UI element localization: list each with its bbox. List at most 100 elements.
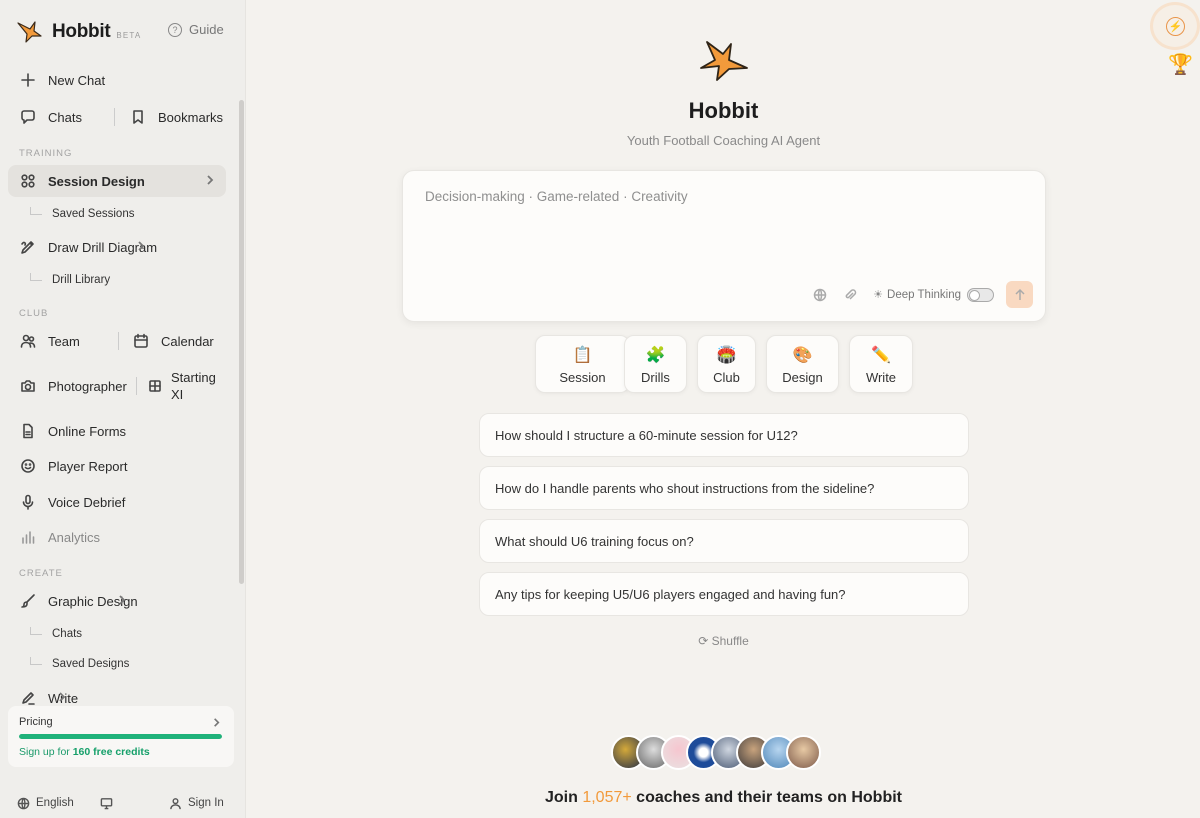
guide-link[interactable]: ? Guide bbox=[168, 22, 224, 37]
card-drills[interactable]: 🧩 Drills bbox=[624, 335, 687, 393]
refresh-icon: ⟳ bbox=[698, 634, 709, 648]
send-button[interactable] bbox=[1006, 281, 1033, 308]
globe-icon bbox=[17, 797, 30, 809]
sidebar-subitem-gd-chats[interactable]: Chats bbox=[30, 624, 82, 644]
hero-title: Hobbit bbox=[688, 98, 759, 123]
sidebar-item-player-report[interactable]: Player Report bbox=[8, 450, 127, 482]
hobbit-logo-icon bbox=[17, 21, 42, 43]
card-club[interactable]: 🏟️ Club bbox=[697, 335, 756, 393]
new-chat-button[interactable]: New Chat bbox=[8, 64, 105, 96]
sidebar-item-chats[interactable]: Chats bbox=[8, 101, 82, 133]
sidebar-scrollbar[interactable] bbox=[239, 100, 244, 584]
chevron-right-icon bbox=[204, 174, 216, 189]
suggested-prompt[interactable]: How should I structure a 60-minute sessi… bbox=[479, 413, 969, 457]
camera-icon bbox=[18, 378, 38, 394]
sidebar-item-photographer[interactable]: Photographer bbox=[8, 370, 127, 402]
sidebar-item-online-forms[interactable]: Online Forms bbox=[8, 415, 126, 447]
bookmarks-label: Bookmarks bbox=[158, 109, 224, 125]
deep-thinking-switch[interactable] bbox=[967, 287, 994, 302]
card-session[interactable]: 📋 Session bbox=[535, 335, 630, 393]
help-icon: ? bbox=[168, 22, 182, 37]
brand[interactable]: Hobbit BETA bbox=[16, 18, 141, 46]
hero-subtitle: Youth Football Coaching AI Agent bbox=[626, 133, 821, 148]
online-forms-label: Online Forms bbox=[48, 423, 127, 439]
sidebar-item-team[interactable]: Team bbox=[8, 325, 80, 357]
language-selector[interactable]: English bbox=[17, 794, 74, 812]
coach-avatars bbox=[611, 735, 821, 771]
sidebar-item-voice-debrief[interactable]: Voice Debrief bbox=[8, 486, 125, 518]
chat-bubble-icon bbox=[18, 109, 38, 125]
chat-composer[interactable]: Decision-making · Game-related · Creativ… bbox=[402, 170, 1046, 322]
lightbulb-icon: ☀ bbox=[873, 289, 884, 301]
clipboard-icon: 📋 bbox=[572, 347, 593, 364]
suggested-prompt[interactable]: What should U6 training focus on? bbox=[479, 519, 969, 563]
language-label: English bbox=[36, 797, 74, 809]
sign-in-button[interactable]: Sign In bbox=[169, 794, 224, 812]
tree-line bbox=[30, 206, 42, 215]
table-grid-icon bbox=[145, 378, 165, 394]
globe-icon bbox=[813, 288, 827, 301]
sidebar-item-graphic-design[interactable]: Graphic Design bbox=[8, 585, 138, 617]
card-label: Drills bbox=[641, 370, 670, 385]
team-icon bbox=[18, 333, 38, 349]
edit-icon bbox=[18, 690, 38, 706]
lightning-icon: ⚡ bbox=[1166, 17, 1185, 36]
shuffle-button[interactable]: ⟳ Shuffle bbox=[247, 634, 1200, 648]
sidebar-subitem-saved-sessions[interactable]: Saved Sessions bbox=[30, 204, 134, 224]
suggested-prompt[interactable]: Any tips for keeping U5/U6 players engag… bbox=[479, 572, 969, 616]
quick-action-cards: 📋 Session 🧩 Drills 🏟️ Club 🎨 Design ✏️ W… bbox=[247, 335, 1200, 393]
display-mode-button[interactable] bbox=[100, 794, 119, 812]
deep-thinking-toggle[interactable]: ☀ Deep Thinking bbox=[873, 287, 994, 302]
tree-line bbox=[30, 272, 42, 281]
section-training: TRAINING bbox=[19, 148, 73, 159]
deep-thinking-label: Deep Thinking bbox=[887, 288, 961, 301]
credits-note-highlight: 160 free credits bbox=[72, 746, 150, 758]
sidebar-item-analytics[interactable]: Analytics bbox=[8, 521, 100, 553]
sidebar-subitem-saved-designs[interactable]: Saved Designs bbox=[30, 654, 129, 674]
card-design[interactable]: 🎨 Design bbox=[766, 335, 839, 393]
sign-in-label: Sign In bbox=[188, 797, 224, 809]
plus-icon bbox=[18, 72, 38, 88]
sidebar-subitem-drill-library[interactable]: Drill Library bbox=[30, 270, 110, 290]
monitor-icon bbox=[100, 797, 113, 809]
stadium-icon: 🏟️ bbox=[716, 347, 737, 364]
section-create: CREATE bbox=[19, 568, 63, 579]
smile-icon bbox=[18, 458, 38, 474]
card-label: Write bbox=[865, 370, 897, 385]
analytics-label: Analytics bbox=[48, 529, 101, 545]
user-icon bbox=[170, 797, 181, 809]
divider bbox=[114, 108, 115, 126]
sidebar-item-session-design[interactable]: Session Design bbox=[8, 165, 226, 197]
avatar bbox=[786, 735, 821, 770]
new-chat-label: New Chat bbox=[48, 72, 106, 88]
pricing-title: Pricing bbox=[19, 716, 53, 728]
credits-note-prefix: Sign up for bbox=[19, 746, 70, 758]
grid-icon bbox=[18, 173, 38, 189]
paperclip-icon bbox=[845, 288, 857, 300]
chevron-right-icon bbox=[211, 715, 222, 733]
composer-placeholder: Decision-making · Game-related · Creativ… bbox=[425, 189, 688, 204]
pricing-card[interactable]: Pricing Sign up for 160 free credits bbox=[8, 706, 234, 767]
sidebar-item-draw-drill[interactable]: Draw Drill Diagram bbox=[8, 231, 157, 263]
trophy-icon[interactable]: 🏆 bbox=[1168, 52, 1193, 77]
web-search-button[interactable] bbox=[813, 288, 827, 302]
sidebar-item-calendar[interactable]: Calendar bbox=[121, 325, 214, 357]
community-callout: Join 1,057+ coaches and their teams on H… bbox=[247, 789, 1200, 807]
suggested-prompt[interactable]: How do I handle parents who shout instru… bbox=[479, 466, 969, 510]
arrow-up-icon bbox=[1014, 288, 1025, 300]
composer-toolbar: ☀ Deep Thinking bbox=[813, 281, 1033, 308]
card-label: Design bbox=[782, 370, 823, 385]
microphone-icon bbox=[18, 494, 38, 510]
saved-designs-label: Saved Designs bbox=[52, 658, 130, 670]
sidebar-item-starting-xi[interactable]: Starting XI bbox=[135, 363, 223, 409]
quick-action-fab[interactable]: ⚡ bbox=[1150, 2, 1200, 50]
brush-icon bbox=[18, 593, 38, 609]
chats-label: Chats bbox=[48, 109, 82, 125]
pencil-icon: ✏️ bbox=[871, 347, 891, 364]
credits-progress-fill bbox=[19, 734, 222, 739]
card-write[interactable]: ✏️ Write bbox=[849, 335, 913, 393]
attach-button[interactable] bbox=[843, 288, 857, 302]
bar-chart-icon bbox=[18, 529, 38, 545]
saved-sessions-label: Saved Sessions bbox=[52, 208, 135, 220]
sidebar-item-bookmarks[interactable]: Bookmarks bbox=[118, 101, 223, 133]
